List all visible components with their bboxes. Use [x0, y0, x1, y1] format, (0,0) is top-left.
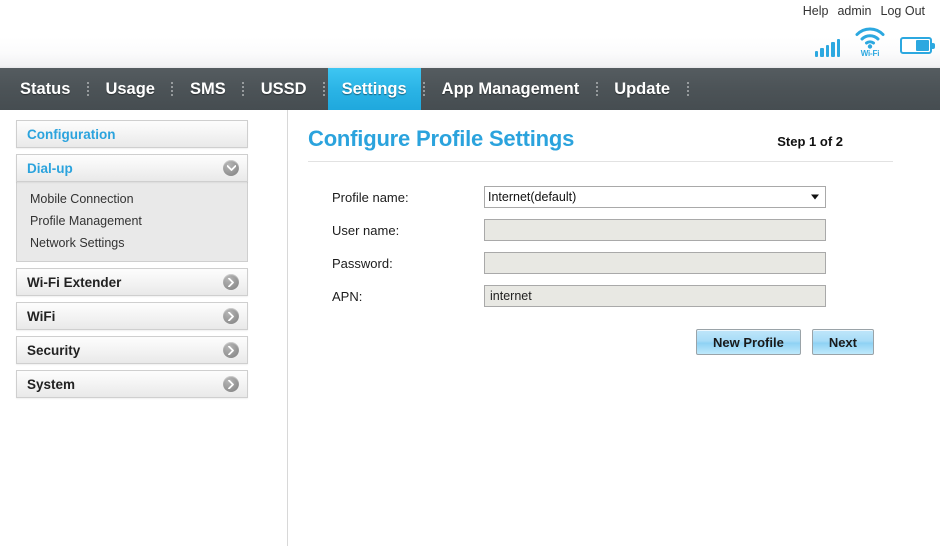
- user-name-label: User name:: [332, 222, 400, 238]
- nav-separator: [240, 76, 247, 102]
- status-icon-group: Wi-Fi: [814, 27, 935, 58]
- sidebar-group-configuration: Configuration: [16, 120, 248, 148]
- form-row-user-name: User name:: [332, 219, 940, 241]
- user-name-input[interactable]: [484, 219, 826, 241]
- sidebar-wifi-header[interactable]: WiFi: [16, 302, 248, 330]
- wifi-label: Wi-Fi: [860, 49, 880, 58]
- chevron-right-icon[interactable]: [223, 308, 239, 324]
- page-body: Configuration Dial-up Mobile Connection …: [0, 110, 940, 546]
- nav-ussd[interactable]: USSD: [247, 68, 321, 110]
- form-row-password: Password:: [332, 252, 940, 274]
- sidebar-group-system: System: [16, 370, 248, 398]
- nav-usage[interactable]: Usage: [91, 68, 169, 110]
- form-button-row: New Profile Next: [308, 329, 874, 355]
- sidebar-dialup-header[interactable]: Dial-up: [16, 154, 248, 182]
- profile-name-select-wrap: Internet(default): [484, 186, 826, 208]
- sidebar-group-wifi-extender: Wi-Fi Extender: [16, 268, 248, 296]
- apn-input[interactable]: [484, 285, 826, 307]
- main-navigation: Status Usage SMS USSD Settings App Manag…: [0, 68, 940, 110]
- next-button[interactable]: Next: [811, 329, 874, 355]
- sidebar-security-label: Security: [27, 342, 81, 358]
- nav-sms[interactable]: SMS: [176, 68, 240, 110]
- chevron-down-icon[interactable]: [223, 160, 239, 176]
- password-input[interactable]: [484, 252, 826, 274]
- form-row-profile-name: Profile name: Internet(default): [332, 186, 940, 208]
- password-label: Password:: [332, 255, 393, 271]
- sidebar-system-header[interactable]: System: [16, 370, 248, 398]
- sidebar-group-security: Security: [16, 336, 248, 364]
- sidebar-item-profile-management[interactable]: Profile Management: [17, 210, 247, 232]
- admin-user[interactable]: admin: [833, 3, 875, 19]
- chevron-right-icon[interactable]: [223, 376, 239, 392]
- profile-name-select[interactable]: Internet(default): [484, 186, 826, 208]
- sidebar-item-network-settings[interactable]: Network Settings: [17, 232, 247, 254]
- nav-separator: [593, 76, 600, 102]
- nav-update[interactable]: Update: [600, 68, 684, 110]
- nav-separator: [169, 76, 176, 102]
- nav-separator: [421, 76, 428, 102]
- chevron-right-icon[interactable]: [223, 342, 239, 358]
- battery-icon: [900, 37, 935, 54]
- nav-status[interactable]: Status: [6, 68, 84, 110]
- sidebar-security-header[interactable]: Security: [16, 336, 248, 364]
- header-links: Help admin Log Out: [798, 3, 930, 19]
- nav-app-management[interactable]: App Management: [428, 68, 594, 110]
- signal-bars-icon: [814, 35, 840, 57]
- sidebar-dialup-submenu: Mobile Connection Profile Management Net…: [16, 182, 248, 262]
- profile-settings-form: Profile name: Internet(default) User nam…: [308, 186, 940, 307]
- nav-separator: [321, 76, 328, 102]
- step-indicator: Step 1 of 2: [777, 134, 843, 149]
- sidebar-group-wifi: WiFi: [16, 302, 248, 330]
- new-profile-button[interactable]: New Profile: [696, 329, 801, 355]
- content-header: Configure Profile Settings Step 1 of 2: [308, 126, 893, 162]
- sidebar-item-mobile-connection[interactable]: Mobile Connection: [17, 188, 247, 210]
- sidebar-wifi-label: WiFi: [27, 308, 56, 324]
- nav-separator: [84, 76, 91, 102]
- wifi-icon: Wi-Fi: [853, 27, 887, 58]
- apn-label: APN:: [332, 288, 363, 304]
- sidebar-group-dialup: Dial-up Mobile Connection Profile Manage…: [16, 154, 248, 262]
- sidebar-system-label: System: [27, 376, 76, 392]
- sidebar: Configuration Dial-up Mobile Connection …: [0, 110, 288, 546]
- sidebar-wifi-extender-label: Wi-Fi Extender: [27, 274, 122, 290]
- sidebar-wifi-extender-header[interactable]: Wi-Fi Extender: [16, 268, 248, 296]
- page-title: Configure Profile Settings: [308, 126, 575, 151]
- form-row-apn: APN:: [332, 285, 940, 307]
- sidebar-dialup-label: Dial-up: [27, 160, 73, 176]
- help-link[interactable]: Help: [798, 3, 834, 19]
- chevron-right-icon[interactable]: [223, 274, 239, 290]
- profile-name-label: Profile name:: [332, 189, 409, 205]
- main-content: Configure Profile Settings Step 1 of 2 P…: [288, 110, 940, 546]
- sidebar-configuration-header[interactable]: Configuration: [16, 120, 248, 148]
- page-header: Help admin Log Out Wi-Fi: [0, 0, 940, 68]
- sidebar-configuration-label: Configuration: [27, 126, 116, 142]
- logout-link[interactable]: Log Out: [876, 3, 930, 19]
- nav-settings[interactable]: Settings: [327, 68, 421, 110]
- nav-separator: [684, 76, 691, 102]
